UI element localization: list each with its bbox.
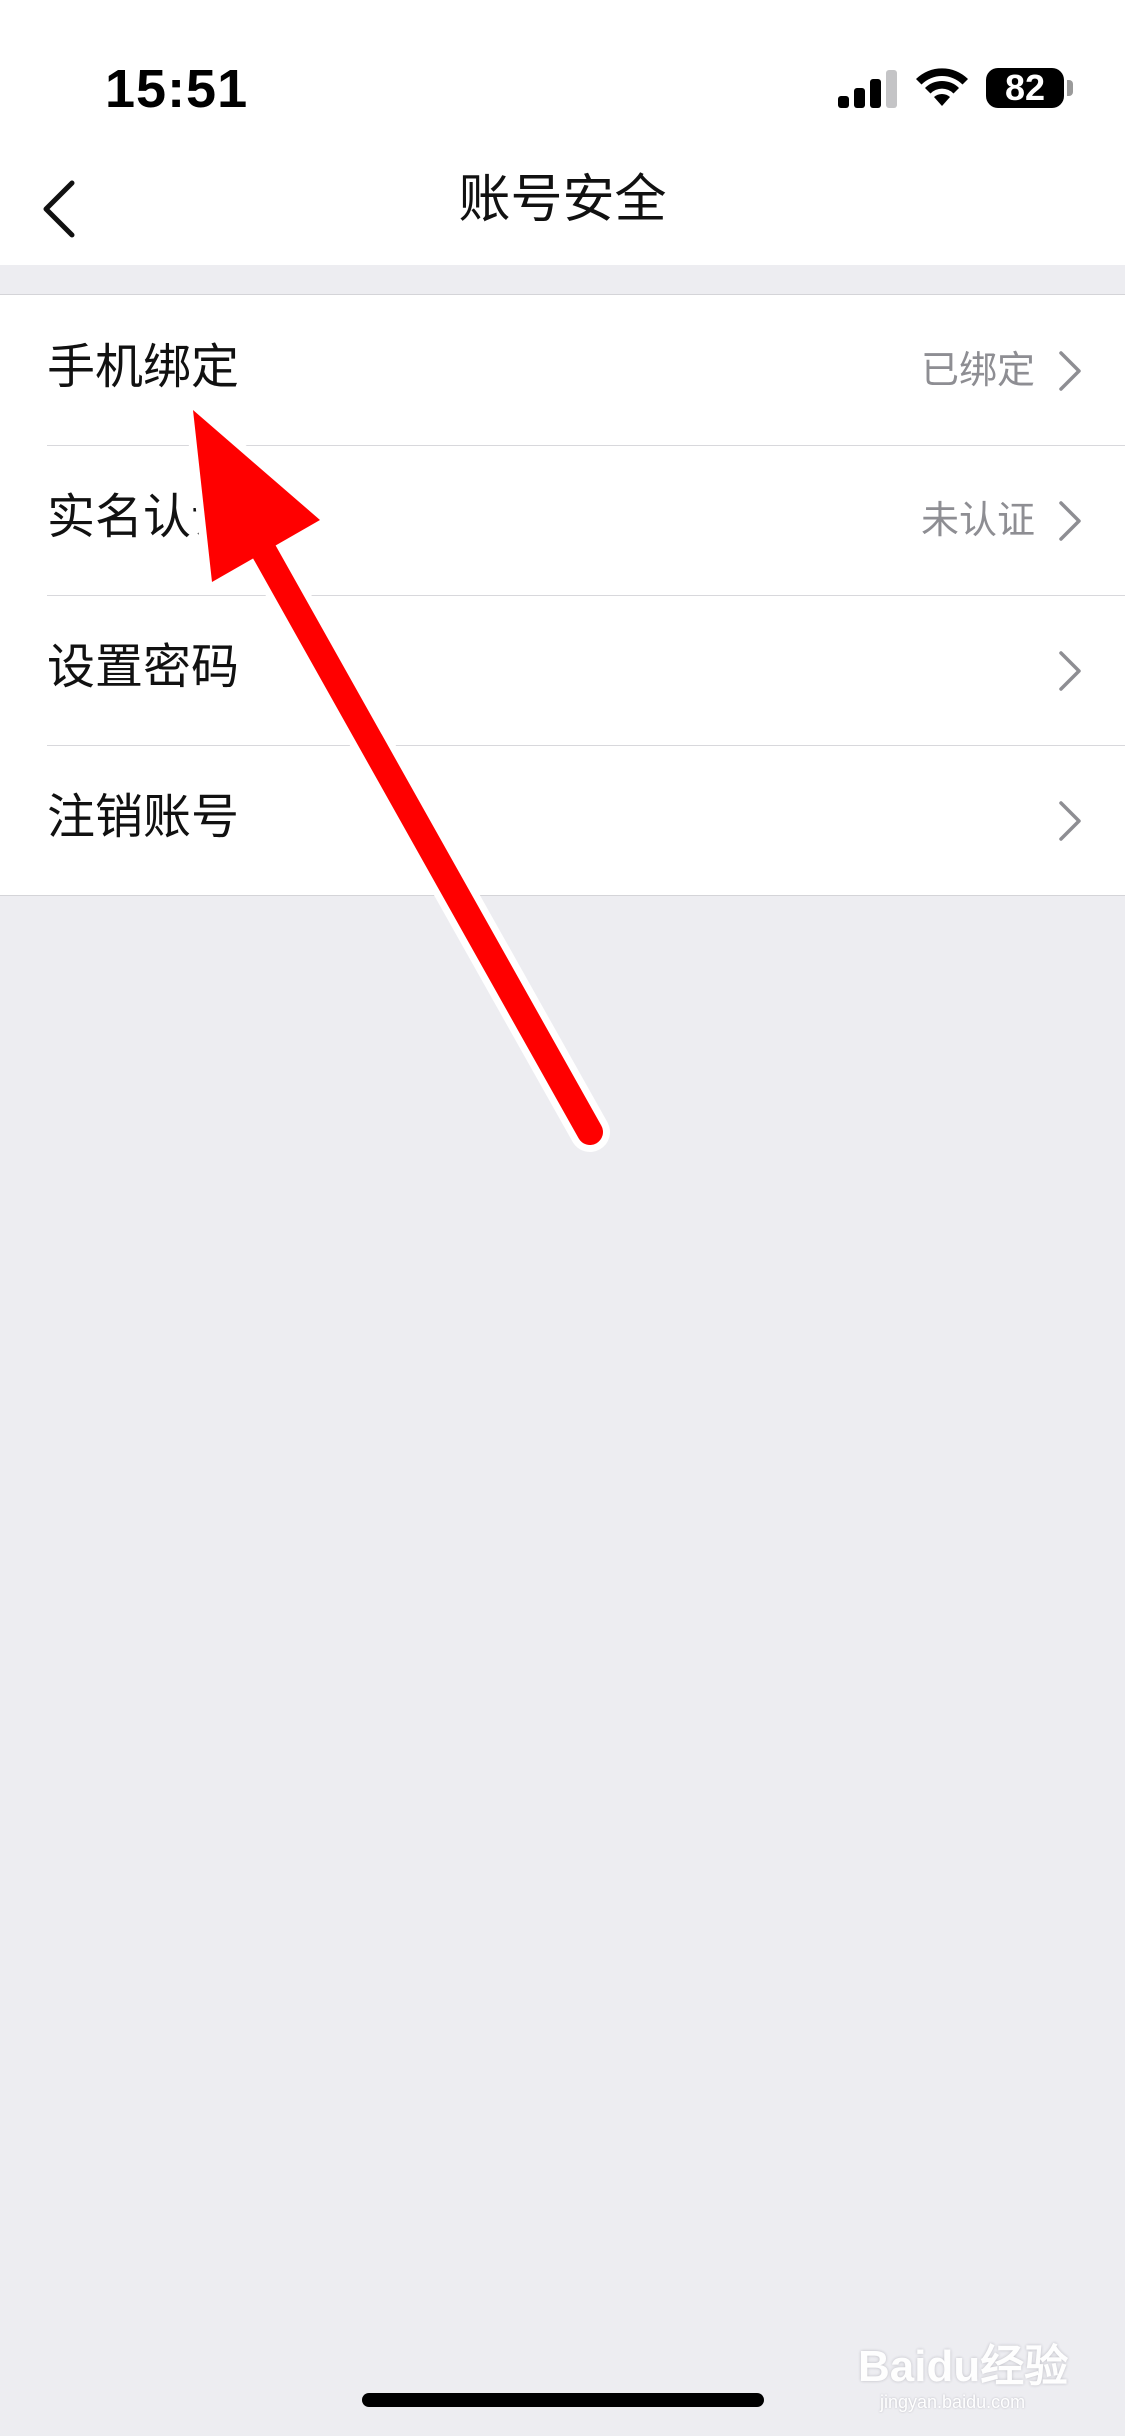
row-label: 实名认证 xyxy=(47,489,240,545)
chevron-right-icon xyxy=(1059,651,1081,691)
status-bar: 15:51 82 xyxy=(0,0,1125,150)
nav-bar: 账号安全 xyxy=(0,150,1125,265)
page-title: 账号安全 xyxy=(458,170,667,230)
row-delete-account[interactable]: 注销账号 xyxy=(0,745,1125,895)
home-indicator[interactable] xyxy=(362,2393,764,2407)
row-label: 注销账号 xyxy=(47,789,240,845)
battery-level: 82 xyxy=(1004,67,1046,108)
baidu-watermark: Baidu经验 xyxy=(858,2342,1069,2391)
battery-icon: 82 xyxy=(986,67,1064,108)
battery-cap xyxy=(1067,80,1073,96)
row-value: 未认证 xyxy=(920,498,1035,542)
row-label: 设置密码 xyxy=(47,639,240,695)
row-value: 已绑定 xyxy=(920,348,1035,392)
status-time: 15:51 xyxy=(105,59,249,119)
row-phone-binding[interactable]: 手机绑定 已绑定 xyxy=(0,295,1125,445)
row-real-name-verification[interactable]: 实名认证 未认证 xyxy=(0,445,1125,595)
chevron-right-icon xyxy=(1059,501,1081,541)
signal-icon xyxy=(838,70,897,108)
row-label: 手机绑定 xyxy=(47,339,240,395)
row-set-password[interactable]: 设置密码 xyxy=(0,595,1125,745)
chevron-right-icon xyxy=(1059,801,1081,841)
baidu-watermark-url: jingyan.baidu.com xyxy=(880,2392,1026,2412)
chevron-right-icon xyxy=(1059,351,1081,391)
wifi-icon xyxy=(916,68,968,106)
settings-list: 手机绑定 已绑定 实名认证 未认证 设置密码 注销账号 xyxy=(0,294,1125,896)
